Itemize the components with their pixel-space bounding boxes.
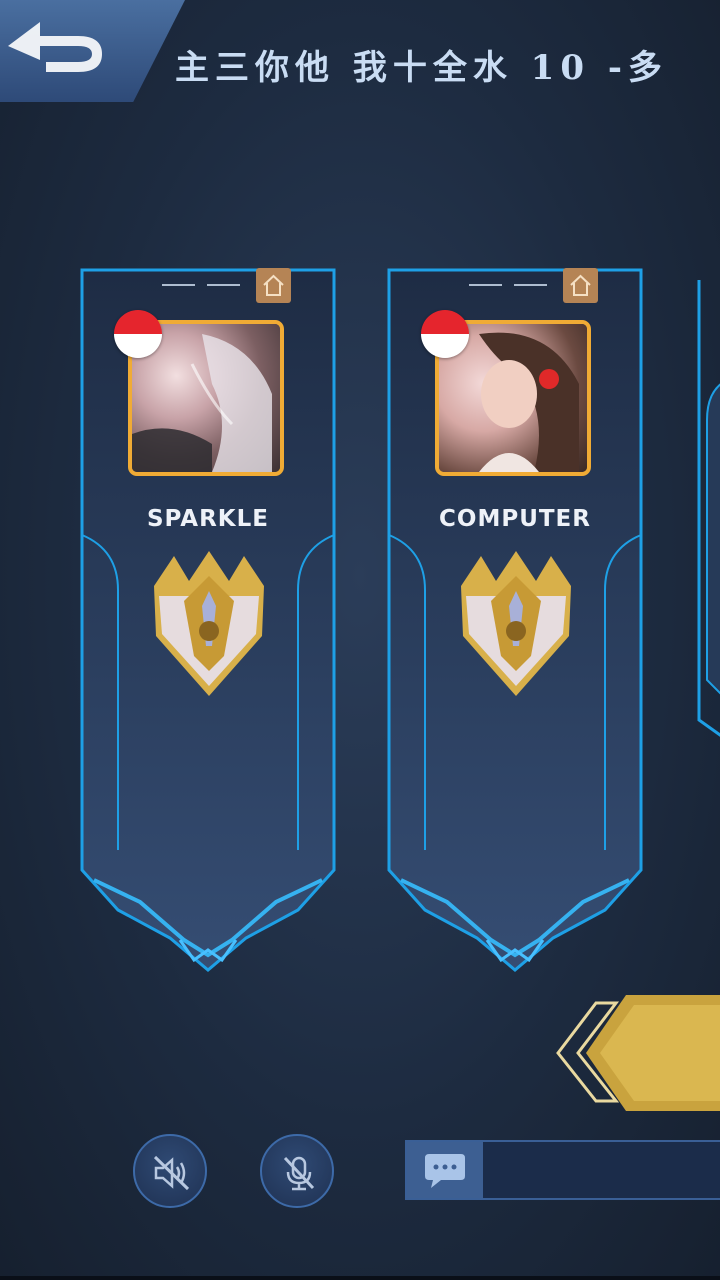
back-button[interactable] — [0, 0, 185, 102]
player-name: COMPUTER — [439, 506, 591, 532]
next-card-edge — [697, 280, 720, 737]
player-name: SPARKLE — [146, 506, 269, 532]
back-arrow-icon — [8, 22, 102, 72]
rank-badge-icon — [154, 551, 264, 696]
status-dashes — [469, 284, 549, 287]
page-title: 主三你他 我十全水 10 -多 — [175, 48, 668, 88]
home-icon — [570, 274, 591, 296]
chat-button[interactable] — [407, 1142, 483, 1198]
indonesia-flag-icon — [421, 310, 469, 358]
home-icon — [263, 274, 284, 296]
status-dashes — [162, 284, 242, 287]
indonesia-flag-icon — [114, 310, 162, 358]
mic-mute-button[interactable] — [260, 1134, 334, 1208]
speaker-muted-icon — [153, 1155, 190, 1191]
player-card[interactable]: SPARKLE — [80, 250, 336, 975]
ready-button[interactable] — [556, 993, 720, 1113]
chat-bubble-icon — [425, 1154, 465, 1188]
home-button[interactable] — [563, 268, 598, 303]
speaker-mute-button[interactable] — [133, 1134, 207, 1208]
home-button[interactable] — [256, 268, 291, 303]
rank-badge-icon — [461, 551, 571, 696]
mic-muted-icon — [283, 1156, 315, 1191]
player-card[interactable]: COMPUTER — [387, 250, 643, 975]
bottom-edge — [0, 1276, 720, 1280]
chat-input[interactable] — [405, 1140, 720, 1200]
